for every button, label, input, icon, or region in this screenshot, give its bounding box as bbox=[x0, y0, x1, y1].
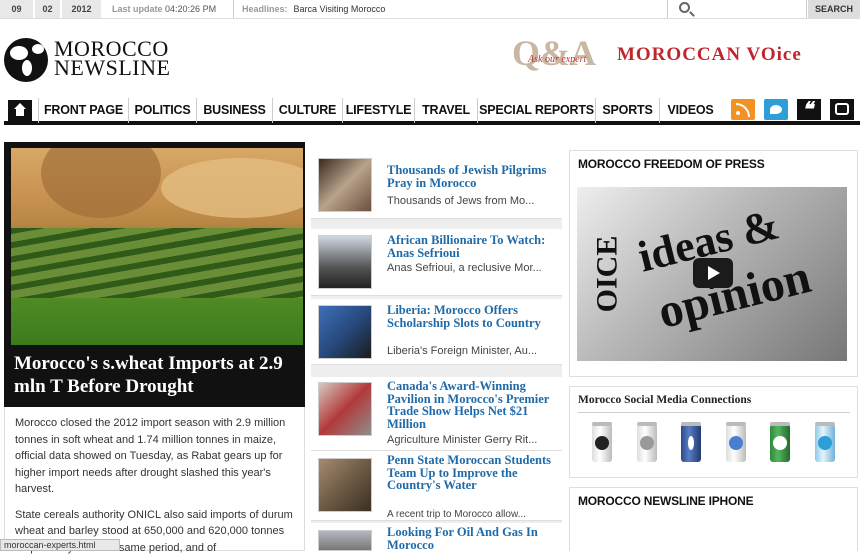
story-title[interactable]: Thousands of Jewish Pilgrims Pray in Mor… bbox=[387, 164, 557, 189]
date-month: 02 bbox=[34, 0, 60, 18]
google-icon[interactable] bbox=[726, 424, 746, 462]
featured-image[interactable] bbox=[11, 148, 303, 345]
logo-line-2: NEWSLINE bbox=[54, 58, 170, 77]
last-update: Last update 04:20:26 PM bbox=[104, 0, 234, 18]
story-thumbnail[interactable] bbox=[318, 382, 372, 436]
facebook-icon[interactable] bbox=[681, 424, 701, 462]
story-thumbnail[interactable] bbox=[318, 235, 372, 289]
featured-headline[interactable]: Morocco's s.wheat Imports at 2.9 mln T B… bbox=[14, 352, 299, 398]
story-thumbnail[interactable] bbox=[318, 458, 372, 512]
nav-front-page[interactable]: FRONT PAGE bbox=[38, 98, 128, 123]
date-day: 09 bbox=[0, 0, 33, 18]
list-item[interactable]: African Billionaire To Watch: Anas Sefri… bbox=[311, 229, 562, 296]
social-media-box: Morocco Social Media Connections bbox=[569, 386, 858, 478]
qa-logo: Q&A bbox=[512, 32, 596, 74]
twitter-icon[interactable] bbox=[764, 99, 788, 120]
social-media-title: Morocco Social Media Connections bbox=[570, 387, 857, 406]
list-item[interactable]: Liberia: Morocco Offers Scholarship Slot… bbox=[311, 299, 562, 365]
list-item[interactable]: Thousands of Jewish Pilgrims Pray in Mor… bbox=[311, 150, 562, 219]
video-text: OICE bbox=[590, 236, 624, 313]
story-excerpt: Thousands of Jews from Mo... bbox=[387, 195, 557, 208]
last-update-label: Last update bbox=[112, 4, 163, 14]
iphone-app-box: MOROCCO NEWSLINE IPHONE bbox=[569, 487, 858, 551]
nav-videos[interactable]: VIDEOS bbox=[659, 98, 721, 123]
nav-special-reports[interactable]: SPECIAL REPORTS bbox=[477, 98, 595, 123]
nav-lifestyle[interactable]: LIFESTYLE bbox=[342, 98, 414, 123]
video-player[interactable]: ideas & opinion OICE bbox=[577, 187, 847, 361]
search-icon bbox=[679, 2, 690, 13]
browser-status-bar: moroccan-experts.html bbox=[0, 539, 120, 551]
moroccan-voice-banner[interactable]: MOROCCAN VOice bbox=[617, 44, 802, 66]
nav-politics[interactable]: POLITICS bbox=[128, 98, 196, 123]
story-title[interactable]: Looking For Oil And Gas In Morocco bbox=[387, 526, 557, 551]
story-thumbnail[interactable] bbox=[318, 158, 372, 212]
story-title[interactable]: African Billionaire To Watch: Anas Sefri… bbox=[387, 234, 557, 259]
nav-sports[interactable]: SPORTS bbox=[595, 98, 659, 123]
ask-expert-banner[interactable]: Q&A Ask our expert bbox=[512, 32, 607, 82]
headline-link[interactable]: Barca Visiting Morocco bbox=[294, 4, 386, 14]
last-update-time: 04:20:26 PM bbox=[165, 4, 216, 14]
nav-travel[interactable]: TRAVEL bbox=[414, 98, 477, 123]
qa-subtitle: Ask our expert bbox=[528, 54, 586, 65]
globe-logo-icon[interactable] bbox=[4, 38, 48, 82]
top-bar: 09 02 2012 Last update 04:20:26 PM Headl… bbox=[0, 0, 860, 19]
search-button[interactable]: SEARCH bbox=[808, 0, 860, 18]
story-thumbnail[interactable] bbox=[318, 530, 372, 551]
stumbleupon-icon[interactable] bbox=[770, 424, 790, 462]
home-icon[interactable] bbox=[8, 100, 32, 121]
nav-culture[interactable]: CULTURE bbox=[272, 98, 342, 123]
story-thumbnail[interactable] bbox=[318, 305, 372, 359]
digg-icon[interactable] bbox=[592, 424, 612, 462]
site-logo[interactable]: MOROCCO NEWSLINE bbox=[54, 39, 170, 77]
list-item[interactable]: Looking For Oil And Gas In Morocco bbox=[311, 523, 562, 551]
date-year: 2012 bbox=[61, 0, 101, 18]
list-item[interactable]: Penn State Moroccan Students Team Up to … bbox=[311, 451, 562, 521]
twitter-icon[interactable] bbox=[815, 424, 835, 462]
comment-icon[interactable] bbox=[830, 99, 854, 120]
play-icon[interactable] bbox=[693, 258, 733, 288]
featured-story-body: Morocco closed the 2012 import season wi… bbox=[4, 407, 305, 551]
social-icons bbox=[570, 419, 858, 469]
search-input[interactable] bbox=[669, 0, 807, 18]
story-excerpt: Anas Sefrioui, a reclusive Mor... bbox=[387, 262, 557, 275]
rss-icon[interactable] bbox=[731, 99, 755, 120]
story-title[interactable]: Penn State Moroccan Students Team Up to … bbox=[387, 454, 557, 492]
story-excerpt: A recent trip to Morocco allow... bbox=[387, 508, 557, 521]
story-title[interactable]: Canada's Award-Winning Pavilion in Moroc… bbox=[387, 380, 557, 430]
featured-story[interactable]: Morocco's s.wheat Imports at 2.9 mln T B… bbox=[4, 142, 305, 407]
story-excerpt: Agriculture Minister Gerry Rit... bbox=[387, 434, 557, 447]
story-title[interactable]: Liberia: Morocco Offers Scholarship Slot… bbox=[387, 304, 557, 329]
iphone-app-title: MOROCCO NEWSLINE IPHONE bbox=[570, 488, 857, 508]
nav-business[interactable]: BUSINESS bbox=[196, 98, 272, 123]
headlines-ticker: Headlines: Barca Visiting Morocco bbox=[236, 0, 668, 18]
myspace-icon[interactable] bbox=[637, 424, 657, 462]
freedom-of-press-title: MOROCCO FREEDOM OF PRESS bbox=[570, 151, 857, 171]
story-paragraph: Morocco closed the 2012 import season wi… bbox=[15, 415, 294, 498]
divider bbox=[578, 412, 850, 413]
list-item[interactable]: Canada's Award-Winning Pavilion in Moroc… bbox=[311, 377, 562, 451]
headlines-label: Headlines: bbox=[242, 4, 288, 14]
story-excerpt: Liberia's Foreign Minister, Au... bbox=[387, 345, 557, 358]
story-list: Thousands of Jewish Pilgrims Pray in Mor… bbox=[311, 150, 562, 551]
quote-icon[interactable]: ❝ bbox=[797, 99, 821, 120]
